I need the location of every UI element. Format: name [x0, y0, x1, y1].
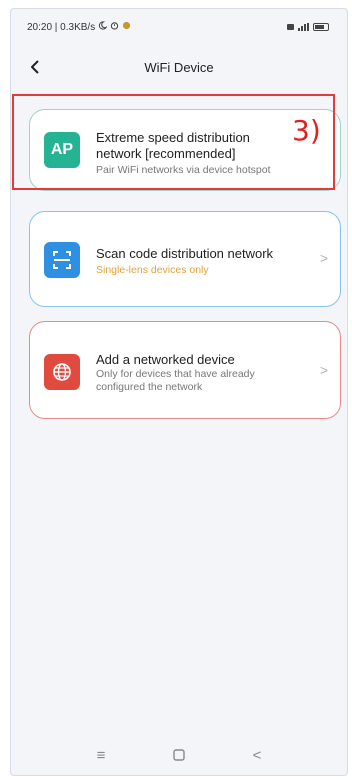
app-icon [122, 21, 131, 33]
signal-icon [298, 23, 309, 31]
chevron-right-icon: > [319, 250, 328, 266]
chevron-left-icon [31, 60, 39, 74]
add-card-title: Add a networked device [96, 352, 235, 367]
status-right [287, 23, 329, 31]
globe-icon [44, 354, 80, 390]
add-card-subtitle: Only for devices that have already confi… [96, 368, 255, 393]
system-nav-bar: ≡ < [11, 735, 347, 775]
back-button[interactable] [25, 57, 45, 77]
back-nav-button[interactable]: < [247, 745, 267, 765]
chevron-right-icon: > [319, 362, 328, 378]
scan-frame-icon [44, 242, 80, 278]
menu-nav-button[interactable]: ≡ [91, 745, 111, 765]
sim-icon [287, 24, 294, 30]
status-bar: 20:20 | 0.3KB/s [11, 9, 347, 45]
annotation-step-label: 3) [292, 114, 321, 147]
add-networked-device-card[interactable]: Add a networked device Only for devices … [29, 321, 341, 419]
home-nav-button[interactable] [169, 745, 189, 765]
status-left: 20:20 | 0.3KB/s [27, 21, 131, 33]
square-icon [173, 749, 185, 761]
alarm-icon [110, 21, 119, 33]
annotation-highlight-box [12, 94, 335, 190]
battery-icon [313, 23, 329, 31]
header-bar: WiFi Device [11, 49, 347, 85]
scan-code-card[interactable]: Scan code distribution network Single-le… [29, 211, 341, 307]
page-title: WiFi Device [144, 59, 214, 75]
scan-card-title: Scan code distribution network [96, 246, 274, 261]
status-time: 20:20 | 0.3KB/s [27, 21, 96, 33]
scan-card-subtitle: Single-lens devices only [96, 264, 209, 276]
moon-icon [98, 21, 108, 33]
